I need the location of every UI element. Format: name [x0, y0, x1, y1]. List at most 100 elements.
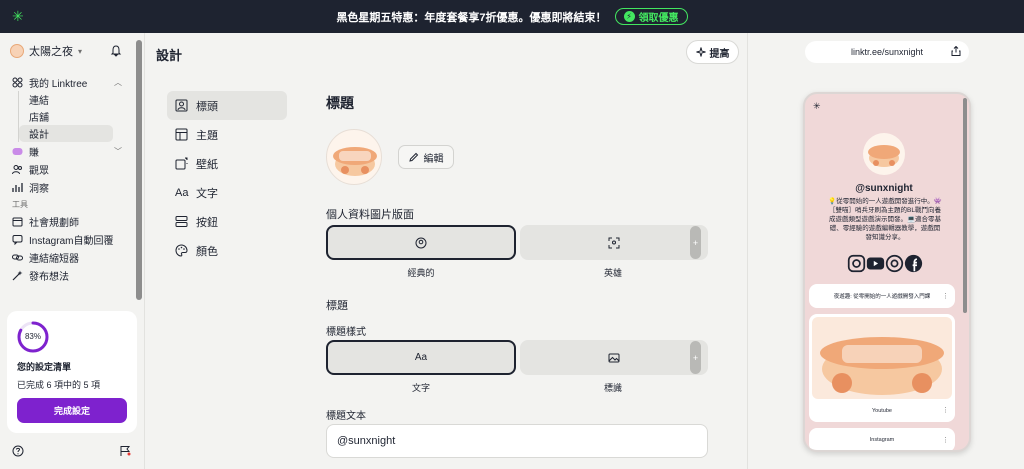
bolt-icon: ⚡	[623, 11, 635, 22]
pencil-icon	[408, 152, 418, 162]
preview-link-label: Instagram	[869, 437, 895, 443]
preview-link-label: 夜遊趣: 從零開始的一人遊戲開發入門課	[833, 294, 931, 300]
sidebar-item-label: 洞察	[29, 183, 49, 195]
chevron-down-icon: ▾	[78, 46, 83, 56]
title-section-label: 標題	[326, 300, 348, 312]
chevron-up-icon: ︿	[114, 77, 122, 87]
progress-percent: 83%	[24, 332, 41, 341]
tab-header[interactable]: 標頭	[167, 91, 287, 120]
tab-colors[interactable]: 顏色	[167, 236, 287, 265]
tab-label: 壁紙	[196, 158, 218, 171]
title-style-logo-option[interactable]	[520, 340, 708, 375]
palette-icon	[175, 244, 188, 257]
sidebar-scrollbar[interactable]	[136, 40, 142, 300]
linktree-logo-icon[interactable]: ✳	[12, 9, 26, 23]
avatar-artwork-icon	[333, 147, 377, 176]
sidebar-item-label: 社會規劃師	[29, 217, 79, 229]
audience-icon	[12, 164, 22, 174]
tab-label: 標頭	[196, 100, 218, 113]
instagram-icon[interactable]	[847, 254, 866, 273]
preview-scrollbar[interactable]	[963, 98, 967, 313]
preview-link-course[interactable]: 夜遊趣: 從零開始的一人遊戲開發入門課 ⋮	[809, 284, 955, 308]
sidebar-item-label: Instagram自動回覆	[29, 235, 114, 247]
preview-link-youtube[interactable]: Youtube ⋮	[809, 314, 955, 422]
header-icon	[175, 99, 188, 112]
title-text-input[interactable]: @sunxnight	[326, 424, 708, 458]
tab-wallpaper[interactable]: 壁紙	[167, 149, 287, 178]
preview-link-instagram[interactable]: Instagram ⋮	[809, 428, 955, 450]
flag-icon[interactable]	[119, 445, 131, 457]
claim-offer-button[interactable]: ⚡ 領取優惠	[614, 8, 688, 25]
scroll-right-button[interactable]: +	[690, 226, 701, 259]
design-submenu: 標頭 主題 壁紙 Aa 文字 按鈕 顏色	[167, 91, 287, 265]
scroll-right-button[interactable]: +	[690, 341, 701, 374]
title-style-label: 標題樣式	[326, 327, 366, 338]
preview-link-label: Youtube	[872, 408, 892, 414]
setup-checklist-card: 83% 您的設定清單 已完成 6 項中的 5 項 完成設定	[7, 311, 137, 433]
share-icon[interactable]	[951, 46, 961, 56]
sidebar-item-instagram-autoreply[interactable]: Instagram自動回覆	[0, 230, 136, 248]
layout-option-classic[interactable]	[326, 225, 516, 260]
title-style-text-label: 文字	[411, 383, 430, 393]
sidebar-item-social-planner[interactable]: 社會規劃師	[0, 212, 136, 230]
tab-theme[interactable]: 主題	[167, 120, 287, 149]
theme-icon	[175, 128, 188, 141]
sidebar-item-shop[interactable]: 店舖	[19, 108, 136, 125]
setup-title: 您的設定清單	[17, 362, 72, 372]
profile-avatar[interactable]	[326, 129, 382, 185]
image-icon	[608, 353, 620, 362]
preview-handle: @sunxnight	[855, 183, 913, 194]
enhance-button[interactable]: 提高	[686, 40, 739, 64]
account-switcher[interactable]: 太陽之夜 ▾	[10, 43, 82, 59]
claim-offer-label: 領取優惠	[638, 13, 679, 24]
setup-subtitle: 已完成 6 項中的 5 項	[17, 380, 101, 390]
profile-url-bar[interactable]: linktr.ee/sunxnight	[805, 41, 969, 63]
sidebar-item-design[interactable]: 設計	[19, 125, 113, 142]
tree-icon	[12, 77, 23, 87]
tab-label: 顏色	[196, 245, 218, 258]
sidebar-item-link-shortener[interactable]: 連結縮短器	[0, 248, 136, 266]
bell-icon[interactable]	[110, 45, 122, 57]
more-options-icon[interactable]: ⋮	[942, 406, 949, 414]
layout-option-hero[interactable]	[520, 225, 708, 260]
sidebar-item-label: 觀眾	[29, 165, 49, 177]
tab-label: 文字	[196, 187, 218, 200]
phone-preview[interactable]: ✳ @sunxnight 💡從零開始的一人遊戲開發進行中。👾［雙喵］哨兵牙刷為主…	[803, 92, 971, 452]
sidebar-subnav: 連結 店舖 設計	[18, 91, 136, 142]
tab-text[interactable]: Aa 文字	[167, 178, 287, 207]
more-options-icon[interactable]: ⋮	[942, 436, 949, 444]
coin-icon	[12, 147, 23, 155]
title-style-logo-label: 標識	[603, 383, 622, 393]
editor-title: 標題	[326, 95, 354, 111]
finish-setup-button[interactable]: 完成設定	[17, 398, 127, 423]
bar-chart-icon	[12, 182, 23, 192]
edit-avatar-button[interactable]: 編輯	[398, 145, 454, 169]
more-options-icon[interactable]: ⋮	[942, 292, 949, 300]
sidebar-item-insights[interactable]: 洞察	[0, 178, 136, 196]
calendar-icon	[12, 217, 23, 226]
design-main: 設計 提高 標頭 主題 壁紙 Aa 文字 按鈕 顏色 標題 編輯 個人資料圖片版…	[145, 33, 747, 469]
avatar-circle-icon	[415, 237, 427, 248]
youtube-icon[interactable]	[866, 254, 885, 273]
tools-section-label: 工具	[12, 200, 28, 209]
sidebar-item-label: 我的 Linktree	[29, 78, 88, 90]
sidebar-item-audience[interactable]: 觀眾	[0, 160, 136, 178]
facebook-icon[interactable]	[904, 254, 923, 273]
chat-icon	[12, 234, 23, 245]
sidebar-item-label: 發布想法	[29, 271, 69, 283]
title-style-text-option[interactable]: Aa	[326, 340, 516, 375]
tab-label: 主題	[196, 129, 218, 142]
text-icon: Aa	[175, 186, 189, 199]
banner-text: 黑色星期五特惠：年度套餐享7折優惠。優惠即將結束！	[336, 11, 607, 24]
layout-option-classic-label: 經典的	[407, 268, 435, 278]
preview-bio: 💡從零開始的一人遊戲開發進行中。👾［雙喵］哨兵牙刷為主題的BL戰鬥向養成遊戲類型…	[828, 198, 942, 241]
sidebar-item-post-ideas[interactable]: 發布想法	[0, 266, 136, 284]
threads-icon[interactable]	[885, 254, 904, 273]
preview-avatar	[863, 133, 905, 175]
sidebar-item-links[interactable]: 連結	[19, 91, 136, 108]
sidebar-item-earn[interactable]: 賺 ﹀	[0, 142, 136, 160]
help-icon[interactable]	[12, 445, 24, 457]
sidebar-item-my-linktree[interactable]: 我的 Linktree ︿	[0, 73, 136, 91]
tab-buttons[interactable]: 按鈕	[167, 207, 287, 236]
thumbnail-artwork-icon	[820, 337, 944, 395]
